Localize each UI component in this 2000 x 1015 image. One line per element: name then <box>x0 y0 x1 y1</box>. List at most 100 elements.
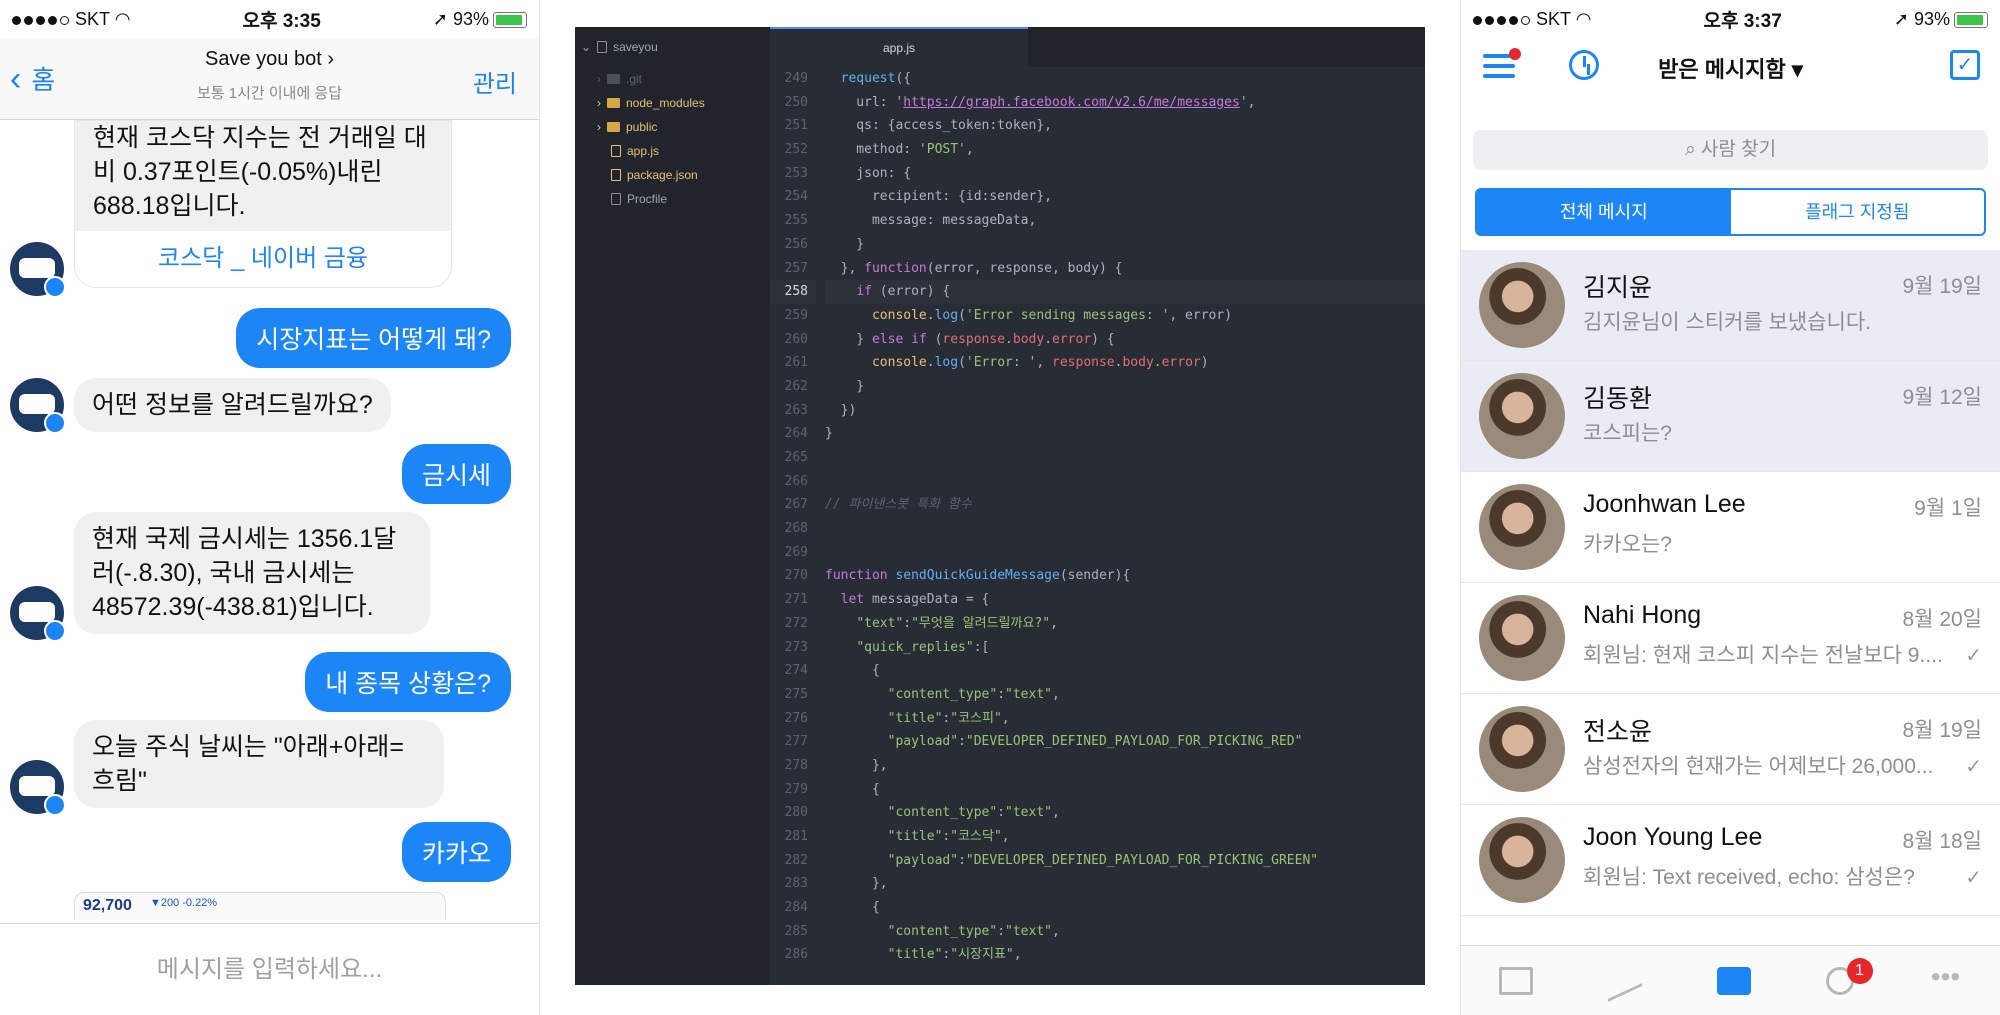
globe-tab-icon[interactable]: 1 <box>1825 957 1873 995</box>
tree-item-node-modules[interactable]: › node_modules <box>575 91 770 115</box>
folder-icon <box>607 98 620 108</box>
tree-item-git[interactable]: › .git <box>575 67 770 91</box>
signal-icon <box>12 15 69 25</box>
avatar <box>1479 262 1565 348</box>
code-area[interactable]: request({ url: 'https://graph.facebook.c… <box>825 67 1425 985</box>
line-number: 272 <box>784 615 808 631</box>
tree-item-package-json[interactable]: package.json <box>575 163 770 187</box>
tab-app-js[interactable]: app.js <box>770 27 1028 67</box>
line-number: 263 <box>784 402 808 418</box>
search-input[interactable]: ⌕ 사람 찾기 <box>1473 130 1988 170</box>
conversation-row[interactable]: 김동환 9월 12일 코스피는? <box>1461 361 2000 472</box>
check-icon: ✓ <box>1965 756 1982 778</box>
conversation-row[interactable]: 전소윤 8월 19일 삼성전자의 현재가는 어제보다 26,000... ✓ <box>1461 694 2000 805</box>
code-editor: ⌄ saveyou › .git › node_modules › public app… <box>575 27 1425 985</box>
check-icon: ✓ <box>1965 867 1982 889</box>
incoming-message: 어떤 정보를 알려드릴까요? <box>74 378 391 432</box>
card-text: 현재 코스닥 지수는 전 거래일 대비 0.37포인트(-0.05%)내린 68… <box>75 121 451 231</box>
tree-item-procfile[interactable]: Procfile <box>575 187 770 211</box>
chevron-down-icon: ⌄ <box>581 40 592 54</box>
message-list: 현재 코스닥 지수는 전 거래일 대비 0.37포인트(-0.05%)내린 68… <box>0 120 539 920</box>
chat-header: ‹ 홈 Save you bot › 보통 1시간 이내에 응답 관리 <box>0 38 539 120</box>
file-icon <box>611 193 621 205</box>
line-number: 255 <box>784 213 808 229</box>
message-preview: 김지윤님이 스티커를 보냈습니다. <box>1583 311 1871 334</box>
messages-tab-icon[interactable] <box>1716 966 1751 995</box>
line-number: 268 <box>784 521 808 537</box>
line-number: 282 <box>784 852 808 868</box>
more-tab-icon[interactable]: ••• <box>1929 962 1963 995</box>
wifi-icon: ◠ <box>1575 8 1592 29</box>
avatar <box>1479 595 1565 681</box>
incoming-message: 오늘 주식 날씨는 "아래+아래=흐림" <box>74 720 444 808</box>
message-preview: 카카오는? <box>1583 533 1672 556</box>
tree-root[interactable]: ⌄ saveyou <box>575 27 770 67</box>
line-number: 262 <box>784 378 808 394</box>
line-number: 280 <box>784 805 808 821</box>
contact-name: Joonhwan Lee <box>1583 490 1746 518</box>
line-number: 286 <box>784 947 808 963</box>
conversation-list: 김지윤 9월 19일 김지윤님이 스티커를 보냈습니다. 김동환 9월 12일 코스피는… <box>1461 250 2000 916</box>
conversation-row[interactable]: Nahi Hong 8월 20일회원님: 현재 코스피 지수는 전날보다 9...… <box>1461 583 2000 694</box>
chevron-right-icon: › <box>597 120 601 134</box>
carrier-label: SKT <box>75 8 110 29</box>
check-icon: ✓ <box>1965 645 1982 667</box>
file-tree: ⌄ saveyou › .git › node_modules › public app… <box>575 27 770 985</box>
news-tab-icon[interactable] <box>1498 966 1533 995</box>
bot-avatar <box>10 586 66 642</box>
chart-tab-icon[interactable] <box>1608 967 1642 995</box>
link-card: 현재 코스닥 지수는 전 거래일 대비 0.37포인트(-0.05%)내린 68… <box>74 120 452 288</box>
message-date: 8월 20일 <box>1902 608 1982 631</box>
line-number: 285 <box>784 923 808 939</box>
line-number: 278 <box>784 757 808 773</box>
inbox-title-dropdown[interactable]: 받은 메시지함 ▾ <box>1461 52 2000 84</box>
message-date: 9월 12일 <box>1902 386 1982 409</box>
bot-avatar <box>10 760 66 816</box>
line-number: 260 <box>784 331 808 347</box>
notification-badge: 1 <box>1846 957 1873 984</box>
line-number-gutter: 249 250 251 252 253 254 255 256 257 258 259 260 261 2… <box>770 67 816 985</box>
message-preview: 회원님: 현재 코스피 지수는 전날보다 9.... <box>1583 644 1943 667</box>
checkbox-icon[interactable]: ✓ <box>1950 50 1980 80</box>
conversation-row[interactable]: Joonhwan Lee 9월 1일 카카오는? <box>1461 472 2000 583</box>
messenger-inbox-screen: SKT ◠ 오후 3:37 ➚ 93% 받은 메시지함 ▾ ✓ ⌕ 사람 찾기 … <box>1460 0 2000 1015</box>
contact-name: 김지윤 <box>1583 274 1653 302</box>
message-preview: 코스피는? <box>1583 422 1672 445</box>
line-number: 257 <box>784 260 808 276</box>
file-icon <box>611 169 621 181</box>
contact-name: Nahi Hong <box>1583 601 1702 629</box>
line-number: 265 <box>784 450 808 465</box>
avatar <box>1479 706 1565 792</box>
line-number: 250 <box>784 94 808 110</box>
message-date: 8월 19일 <box>1902 719 1982 742</box>
line-number: 249 <box>784 71 808 86</box>
location-icon: ➚ <box>432 8 448 29</box>
manage-button[interactable]: 관리 <box>473 64 517 99</box>
tree-item-public[interactable]: › public <box>575 115 770 139</box>
line-number: 259 <box>784 307 808 323</box>
tree-item-app-js[interactable]: app.js <box>575 139 770 163</box>
conversation-row[interactable]: Joon Young Lee 8월 18일 회원님: Text received, … <box>1461 805 2000 916</box>
line-number: 252 <box>784 142 808 158</box>
segment-flagged[interactable]: 플래그 지정됨 <box>1731 190 1985 234</box>
line-number: 270 <box>784 568 808 584</box>
line-number: 271 <box>784 592 808 608</box>
thumb-change: ▼200 -0.22% <box>149 897 218 909</box>
outgoing-message: 내 종목 상황은? <box>305 652 511 712</box>
bot-avatar <box>10 378 66 434</box>
line-number: 274 <box>784 663 808 679</box>
clock-label: 오후 3:37 <box>1703 10 1782 32</box>
segment-all-messages[interactable]: 전체 메시지 <box>1477 190 1731 234</box>
repo-icon <box>597 41 608 53</box>
message-preview: 회원님: Text received, echo: 삼성은? <box>1583 866 1915 889</box>
conversation-row[interactable]: 김지윤 9월 19일 김지윤님이 스티커를 보냈습니다. <box>1461 250 2000 361</box>
thumb-price: 92,700 <box>83 897 132 914</box>
stock-thumbnail[interactable]: 92,700 ▼200 -0.22% <box>74 892 446 920</box>
chevron-right-icon: › <box>597 96 601 110</box>
line-number: 279 <box>784 781 808 797</box>
outgoing-message: 금시세 <box>401 444 511 504</box>
card-link[interactable]: 코스닥 _ 네이버 금융 <box>75 231 451 287</box>
message-input[interactable]: 메시지를 입력하세요... <box>0 923 539 1015</box>
chat-title[interactable]: Save you bot › <box>0 48 539 71</box>
line-number: 251 <box>784 118 808 134</box>
